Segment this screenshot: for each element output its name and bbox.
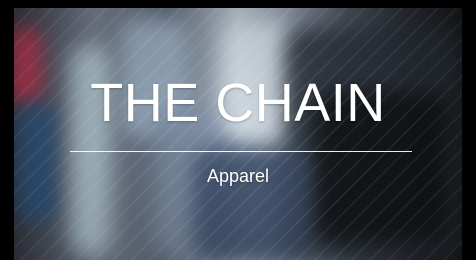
hero-banner: THE CHAIN Apparel xyxy=(0,0,476,260)
background-overlay xyxy=(14,8,462,260)
logo-divider xyxy=(70,151,412,152)
brand-tagline: Apparel xyxy=(206,166,270,186)
brand-logo-text: THE CHAIN xyxy=(90,73,386,133)
background-photo xyxy=(14,8,462,260)
